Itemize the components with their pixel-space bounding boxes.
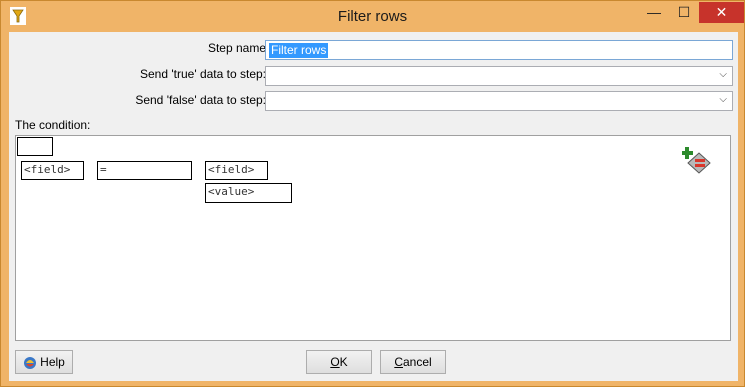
cancel-label: ancel (402, 355, 432, 369)
maximize-icon[interactable]: ☐ (669, 2, 699, 23)
help-button[interactable]: Help (15, 350, 73, 374)
operator-box[interactable]: = (97, 161, 192, 180)
ok-label: K (339, 355, 348, 369)
filter-rows-dialog: Filter rows — ☐ ✕ Step name Filter rows … (0, 0, 745, 387)
condition-label: The condition: (15, 118, 91, 132)
close-icon[interactable]: ✕ (699, 2, 744, 23)
add-condition-icon[interactable] (682, 145, 712, 175)
right-field-box[interactable]: <field> (205, 161, 268, 180)
window-title: Filter rows (337, 8, 408, 25)
dropdown-arrow-icon: ⌵ (719, 69, 727, 80)
false-step-select[interactable]: ⌵ (265, 91, 733, 111)
condition-panel[interactable]: <field> = <field> <value> (15, 135, 731, 341)
dropdown-arrow-icon: ⌵ (719, 94, 727, 105)
step-name-value: Filter rows (269, 43, 329, 58)
ok-mnemonic: O (330, 355, 340, 369)
true-step-select[interactable]: ⌵ (265, 66, 733, 86)
ok-button[interactable]: OK (306, 350, 372, 374)
step-name-label: Step name (207, 41, 266, 55)
negate-box[interactable] (17, 137, 53, 156)
dialog-body: Step name Filter rows Send 'true' data t… (9, 32, 738, 381)
cancel-mnemonic: C (394, 355, 403, 369)
left-field-box[interactable]: <field> (21, 161, 84, 180)
help-icon (24, 356, 37, 369)
title-bar[interactable]: Filter rows — ☐ ✕ (1, 1, 744, 32)
minimize-icon[interactable]: — (639, 2, 669, 23)
false-step-label: Send 'false' data to step: (135, 93, 266, 107)
step-name-input[interactable]: Filter rows (265, 40, 733, 60)
help-label: Help (40, 355, 65, 369)
right-value-box[interactable]: <value> (205, 183, 292, 203)
true-step-label: Send 'true' data to step: (140, 67, 266, 81)
cancel-button[interactable]: Cancel (380, 350, 446, 374)
